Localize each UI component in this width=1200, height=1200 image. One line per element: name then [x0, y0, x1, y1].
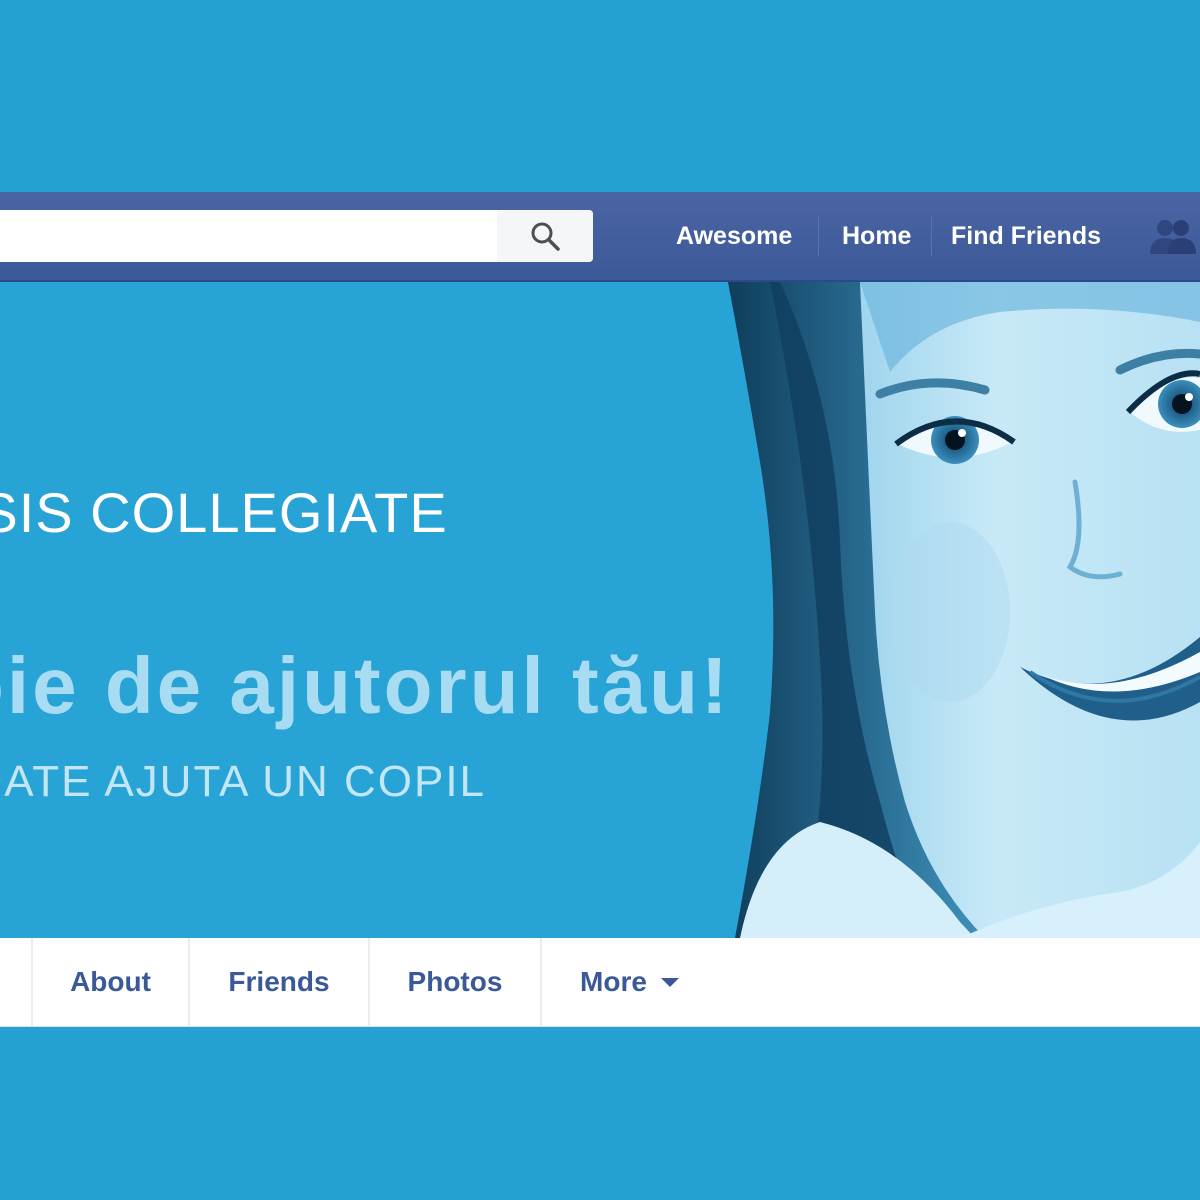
tab-more-label: More [580, 966, 647, 997]
friend-requests-icon[interactable] [1148, 216, 1200, 256]
search-button[interactable] [497, 210, 593, 262]
search-icon [531, 222, 560, 251]
top-navigation-bar: Awesome Home Find Friends [0, 192, 1200, 282]
cover-organization-name: ESIS COLLEGIATE [0, 481, 448, 544]
child-portrait-photo [728, 282, 1200, 938]
cover-photo: ESIS COLLEGIATE oie de ajutorul tău! OAT… [0, 282, 1200, 938]
tab-about[interactable]: About [33, 938, 188, 1026]
nav-divider [818, 216, 819, 256]
nav-divider [931, 216, 932, 256]
tab-photos[interactable]: Photos [370, 938, 540, 1026]
tab-friends[interactable]: Friends [190, 938, 368, 1026]
nav-link-awesome[interactable]: Awesome [676, 214, 792, 258]
caret-down-icon [660, 978, 679, 988]
search-input[interactable] [0, 210, 497, 262]
tab-more[interactable]: More [542, 938, 717, 1026]
nav-link-find-friends[interactable]: Find Friends [951, 214, 1101, 258]
profile-tabs: About Friends Photos More [0, 938, 1200, 1027]
search-box [0, 210, 593, 262]
nav-link-home[interactable]: Home [842, 214, 911, 258]
cover-slogan: oie de ajutorul tău! [0, 641, 731, 730]
cover-subtitle: OATE AJUTA UN COPIL [0, 757, 487, 806]
